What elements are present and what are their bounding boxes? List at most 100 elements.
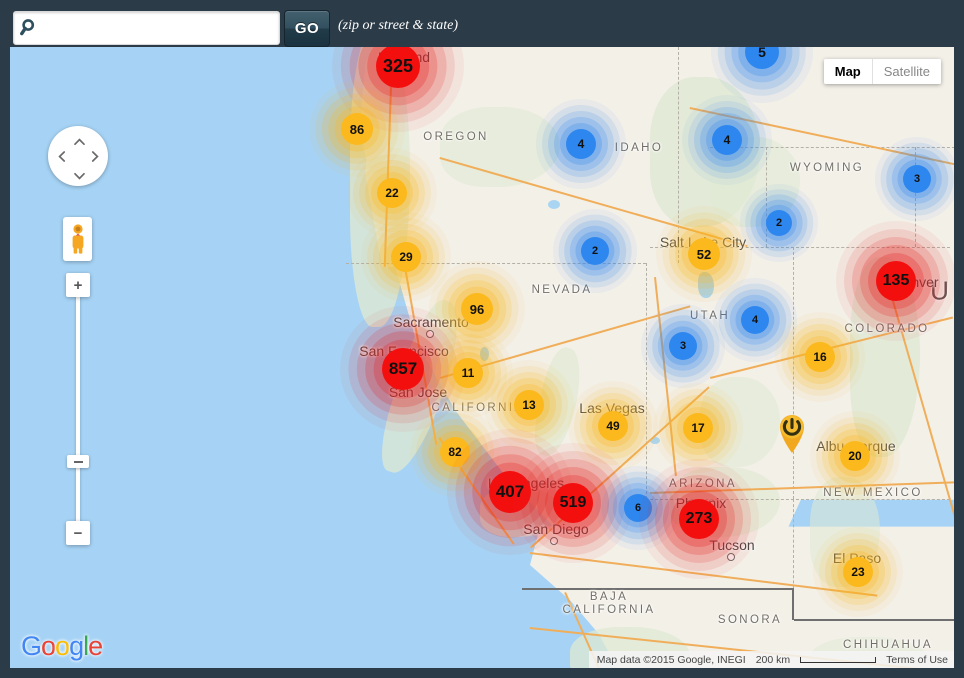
border-us-mexico-east	[794, 619, 954, 621]
pan-up-icon[interactable]	[74, 135, 85, 148]
cluster-count-label: 2	[591, 245, 599, 257]
zoom-out-button[interactable]: −	[66, 521, 90, 545]
cluster-count-label: 13	[522, 398, 536, 412]
cluster-count-label: 96	[469, 301, 485, 317]
cluster-count-bubble[interactable]: 29	[391, 242, 421, 272]
lake-oregon	[548, 200, 560, 209]
cluster-count-bubble[interactable]: 96	[461, 293, 493, 325]
google-logo-letter: o	[41, 631, 56, 661]
cluster-marker[interactable]: 857	[340, 306, 466, 432]
map-attribution: Map data ©2015 Google, INEGI 200 km Term…	[588, 651, 954, 668]
search-field-wrapper[interactable]	[13, 11, 280, 45]
cluster-marker[interactable]: 22	[347, 148, 437, 238]
go-button[interactable]: GO	[284, 10, 330, 47]
scale-bar	[800, 656, 877, 663]
cluster-marker[interactable]: 86	[309, 81, 405, 177]
cluster-marker[interactable]: 11	[423, 328, 513, 418]
cluster-marker[interactable]: 16	[775, 312, 865, 402]
map-frame[interactable]: OREGON IDAHO WYOMING NEVADA UTAH COLORADO CALI…	[10, 47, 954, 668]
cluster-marker[interactable]: 325	[332, 47, 464, 132]
cluster-marker[interactable]: 273	[639, 459, 759, 579]
pan-right-icon[interactable]	[91, 151, 99, 164]
cluster-marker[interactable]: 519	[513, 443, 633, 563]
cluster-marker[interactable]: 3	[641, 304, 725, 388]
cluster-marker[interactable]: 135	[836, 221, 954, 341]
cluster-count-bubble[interactable]: 135	[876, 261, 916, 301]
cluster-count-bubble[interactable]: 857	[382, 348, 424, 390]
cluster-count-label: 23	[851, 565, 865, 579]
map-type-switch[interactable]: Map Satellite	[823, 59, 941, 84]
cluster-marker[interactable]: 2	[740, 184, 818, 262]
cluster-count-label: 16	[813, 350, 827, 364]
terms-of-use-link[interactable]: Terms of Use	[886, 654, 948, 666]
cluster-count-bubble[interactable]: 2	[581, 237, 609, 265]
cluster-count-bubble[interactable]: 4	[566, 129, 596, 159]
cluster-count-label: 4	[577, 137, 585, 151]
google-logo-letter: g	[69, 631, 84, 661]
cluster-marker[interactable]: 52	[656, 206, 752, 302]
cluster-count-bubble[interactable]: 3	[903, 165, 931, 193]
cluster-marker[interactable]: 2	[553, 209, 637, 293]
cluster-count-label: 29	[399, 250, 413, 264]
pan-control[interactable]	[48, 126, 108, 186]
cluster-marker[interactable]: 20	[810, 411, 900, 501]
zoom-control[interactable]: + −	[66, 273, 90, 545]
cluster-count-label: 3	[913, 173, 921, 185]
pan-down-icon[interactable]	[74, 169, 85, 182]
state-label: BAJA	[589, 591, 629, 603]
zoom-slider-thumb[interactable]	[67, 455, 89, 468]
cluster-count-bubble[interactable]: 3	[669, 332, 697, 360]
cluster-count-label: 20	[848, 449, 862, 463]
power-location-pin[interactable]	[775, 410, 809, 459]
search-hint: (zip or street & state)	[338, 18, 459, 33]
cluster-marker[interactable]: 4	[682, 95, 772, 185]
cluster-count-bubble[interactable]: 273	[679, 499, 719, 539]
map-type-satellite-button[interactable]: Satellite	[871, 59, 941, 84]
cluster-count-bubble[interactable]: 17	[683, 413, 713, 443]
cluster-count-label: 22	[385, 186, 399, 200]
state-label: CALIFORNIA	[562, 604, 656, 616]
cluster-marker[interactable]: 4	[536, 99, 626, 189]
cluster-marker[interactable]: 29	[361, 212, 451, 302]
cluster-count-bubble[interactable]: 519	[553, 483, 593, 523]
cluster-marker[interactable]: 96	[429, 261, 525, 357]
cluster-marker[interactable]: 23	[813, 527, 903, 617]
cluster-count-label: 519	[559, 494, 587, 511]
cluster-count-bubble[interactable]: 23	[843, 557, 873, 587]
cluster-count-bubble[interactable]: 2	[766, 210, 792, 236]
cluster-count-bubble[interactable]: 52	[688, 238, 720, 270]
cluster-marker[interactable]: 17	[653, 383, 743, 473]
cluster-marker[interactable]: 49	[568, 381, 658, 471]
cluster-count-bubble[interactable]: 20	[840, 441, 870, 471]
cluster-count-label: 857	[388, 359, 418, 378]
map-type-map-button[interactable]: Map	[823, 59, 872, 84]
cluster-count-label: 3	[679, 340, 687, 352]
cluster-count-label: 17	[691, 421, 705, 435]
cluster-count-bubble[interactable]: 16	[805, 342, 835, 372]
google-logo: Google	[21, 631, 103, 662]
cluster-count-bubble[interactable]: 49	[598, 411, 628, 441]
cluster-count-bubble[interactable]: 13	[514, 390, 544, 420]
cluster-count-bubble[interactable]: 22	[377, 178, 407, 208]
zoom-in-button[interactable]: +	[66, 273, 90, 297]
cluster-count-bubble[interactable]: 86	[341, 113, 373, 145]
cluster-marker[interactable]: 4	[713, 278, 797, 362]
search-input[interactable]	[40, 15, 279, 41]
cluster-marker[interactable]: 3	[875, 137, 954, 221]
google-logo-letter: G	[21, 631, 42, 661]
state-label: SONORA	[717, 614, 783, 626]
cluster-count-bubble[interactable]: 4	[712, 125, 742, 155]
pan-left-icon[interactable]	[58, 151, 66, 164]
map-canvas[interactable]: OREGON IDAHO WYOMING NEVADA UTAH COLORADO CALI…	[10, 47, 954, 668]
cluster-count-bubble[interactable]: 4	[741, 306, 769, 334]
zoom-slider-track[interactable]	[76, 287, 80, 531]
cluster-marker[interactable]: 13	[484, 360, 574, 450]
search-icon	[20, 18, 35, 35]
cluster-count-bubble[interactable]: 11	[453, 358, 483, 388]
pegman-street-view-icon[interactable]	[63, 217, 92, 261]
border-ca-nv	[646, 263, 647, 499]
border-us-mexico-west	[522, 588, 794, 590]
cluster-marker[interactable]: 5	[711, 47, 813, 103]
google-logo-letter: o	[55, 631, 70, 661]
cluster-count-label: 273	[685, 510, 713, 527]
